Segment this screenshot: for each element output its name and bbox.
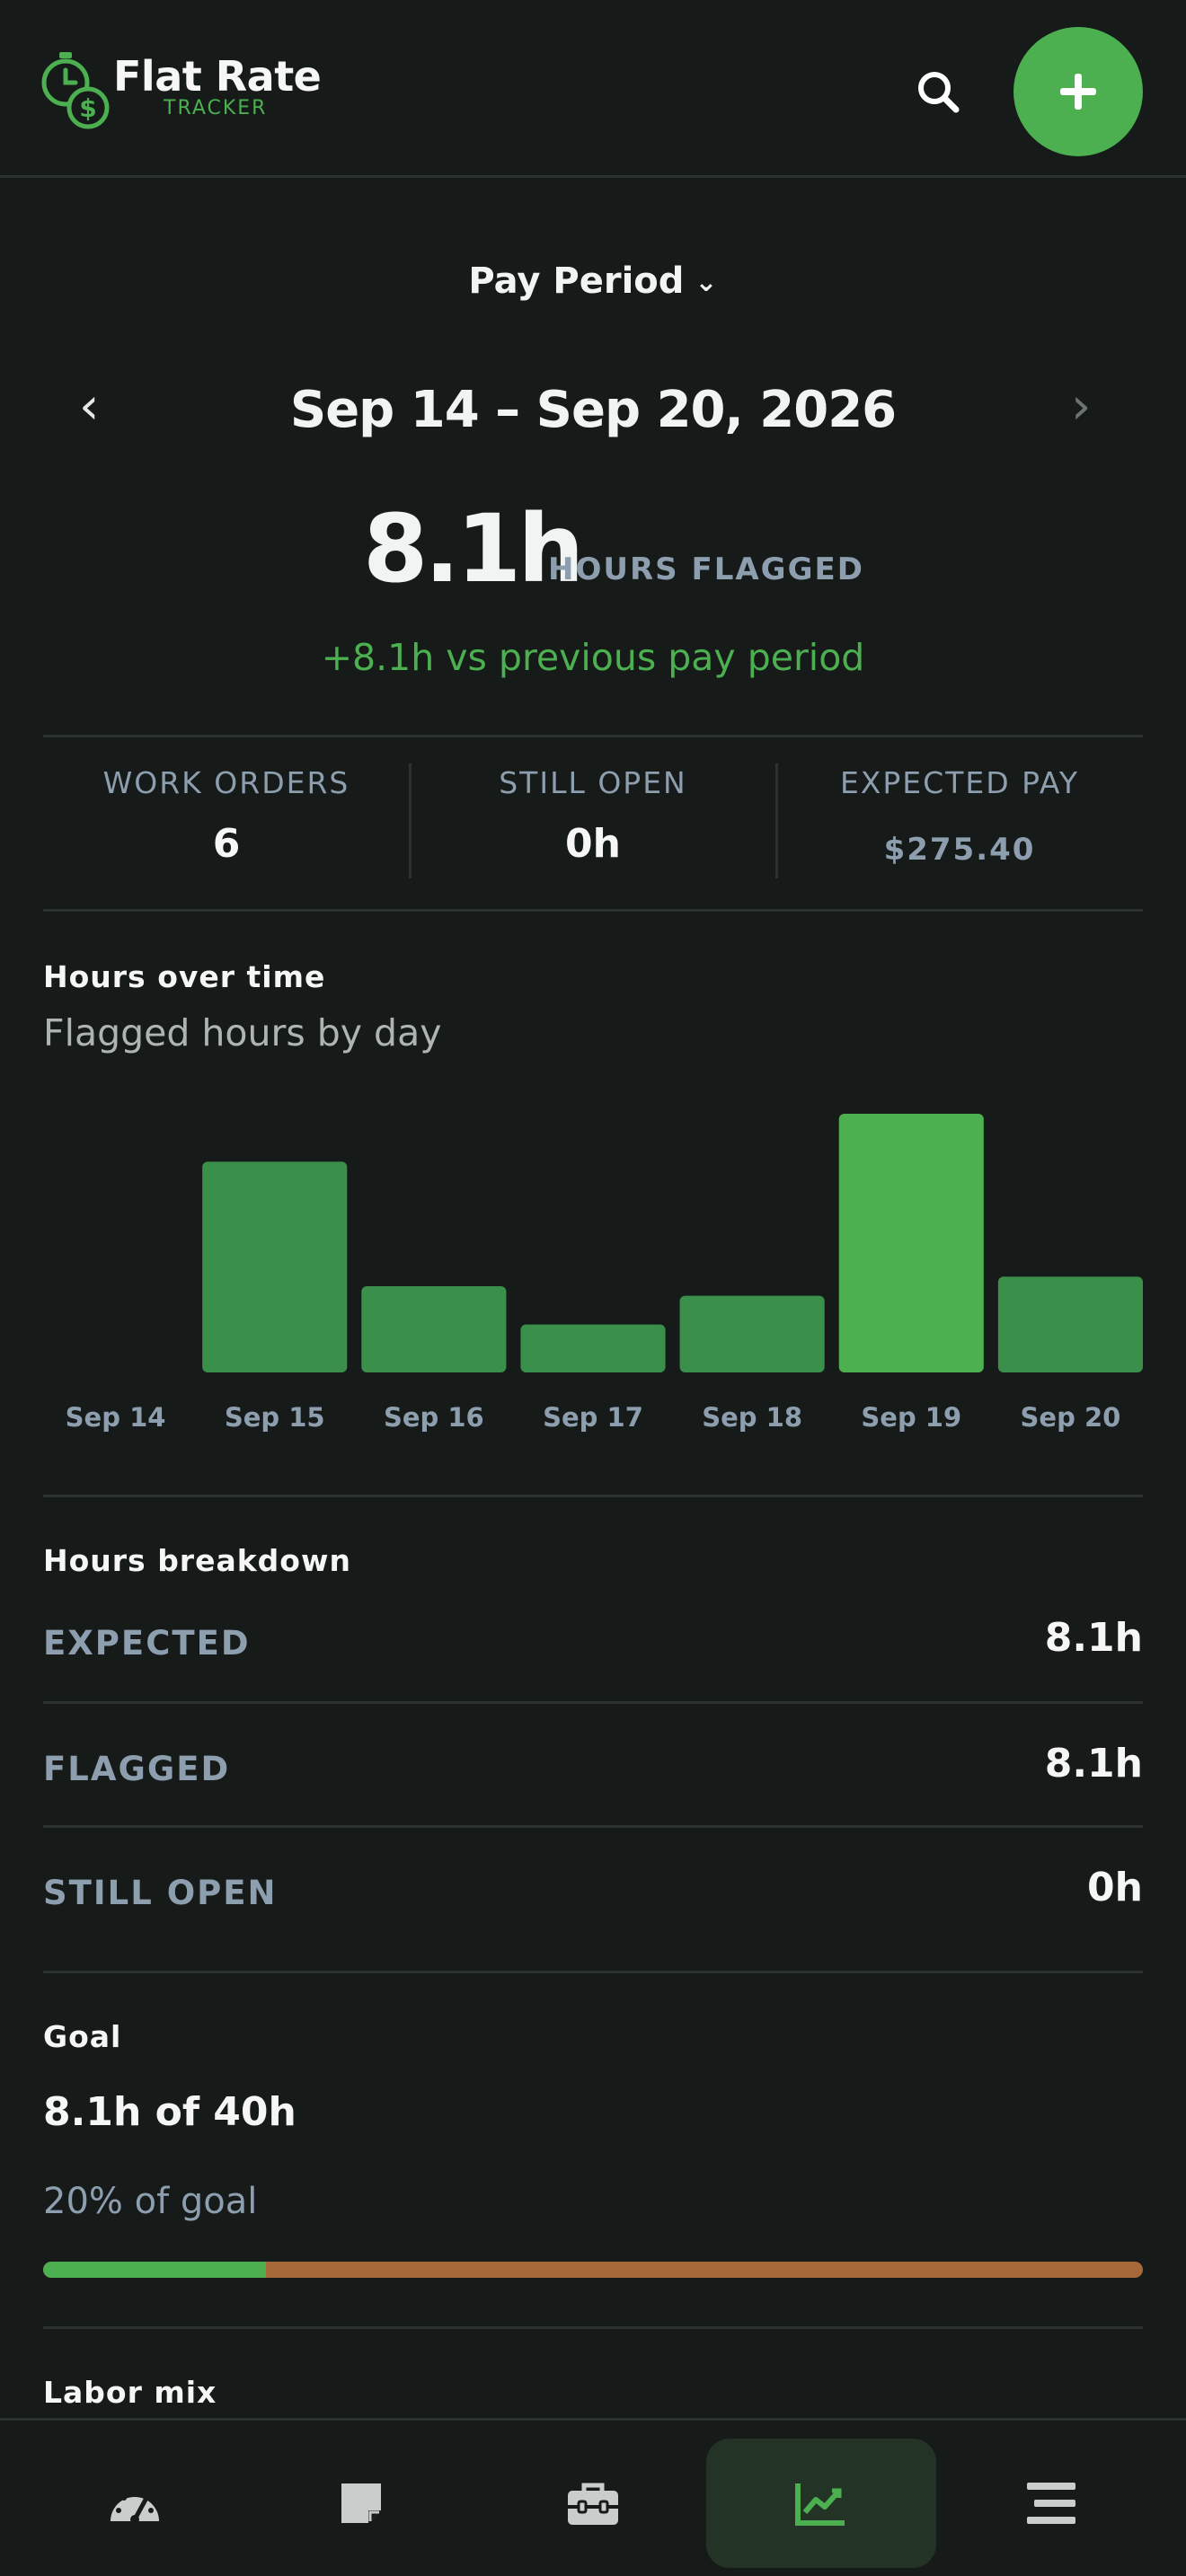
date-range-label: Sep 14 – Sep 20, 2026 bbox=[289, 381, 897, 439]
next-period-button[interactable]: › bbox=[1071, 377, 1107, 436]
hours-chart-subtitle: Flagged hours by day bbox=[43, 1011, 442, 1054]
chart-x-tick-label: Sep 16 bbox=[384, 1402, 484, 1433]
chart-x-tick-label: Sep 18 bbox=[702, 1402, 802, 1433]
divider bbox=[43, 1825, 1143, 1828]
search-icon bbox=[918, 72, 960, 113]
period-comparison: +8.1h vs previous pay period bbox=[321, 636, 865, 679]
divider bbox=[43, 1495, 1143, 1497]
trend-chart-icon bbox=[795, 2483, 845, 2526]
kpi-work-orders: WORK ORDERS 6 bbox=[43, 738, 410, 909]
kpi-still-open: STILL OPEN 0h bbox=[410, 738, 776, 909]
chart-x-tick-label: Sep 19 bbox=[861, 1402, 961, 1433]
divider bbox=[43, 1971, 1143, 1973]
chart-bar bbox=[520, 1324, 666, 1372]
toolbox-icon bbox=[568, 2483, 618, 2525]
menu-icon bbox=[1027, 2483, 1075, 2524]
kpi-value: $275.40 bbox=[883, 832, 1036, 868]
hours-chart-title: Hours over time bbox=[43, 959, 326, 994]
breakdown-row-label: FLAGGED bbox=[43, 1750, 231, 1788]
plus-icon bbox=[1060, 74, 1096, 110]
chart-x-tick-label: Sep 20 bbox=[1021, 1402, 1121, 1433]
chart-bar bbox=[838, 1114, 984, 1372]
goal-title: Goal bbox=[43, 2019, 122, 2054]
kpi-strip: WORK ORDERS 6 STILL OPEN 0h EXPECTED PAY… bbox=[43, 738, 1143, 909]
pay-period-dropdown[interactable]: Pay Period ⌄ bbox=[0, 260, 1186, 302]
nav-notes[interactable] bbox=[262, 2439, 460, 2568]
bottom-navigation bbox=[0, 2418, 1186, 2576]
divider bbox=[43, 735, 1143, 737]
search-button[interactable] bbox=[909, 63, 969, 122]
brand-subtitle: TRACKER bbox=[164, 97, 268, 119]
breakdown-row-label: STILL OPEN bbox=[43, 1874, 278, 1912]
pay-period-label: Pay Period bbox=[468, 260, 685, 302]
chart-bar bbox=[679, 1295, 825, 1372]
chart-x-tick-label: Sep 17 bbox=[543, 1402, 643, 1433]
goal-percent: 20% of goal bbox=[43, 2181, 258, 2222]
labor-mix-title: Labor mix bbox=[43, 2375, 217, 2410]
stopwatch-dollar-icon: $ bbox=[41, 52, 110, 129]
breakdown-title: Hours breakdown bbox=[43, 1543, 351, 1578]
kpi-label: STILL OPEN bbox=[499, 765, 687, 800]
kpi-label: WORK ORDERS bbox=[102, 765, 350, 800]
kpi-value: 0h bbox=[565, 821, 621, 867]
nav-jobs[interactable] bbox=[494, 2439, 692, 2568]
chart-x-tick-label: Sep 15 bbox=[225, 1402, 325, 1433]
breakdown-row-value: 8.1h bbox=[1044, 1741, 1143, 1786]
chevron-down-icon: ⌄ bbox=[695, 267, 718, 298]
goal-progress-fill bbox=[43, 2262, 266, 2278]
chart-bar bbox=[361, 1286, 507, 1372]
kpi-label: EXPECTED PAY bbox=[839, 765, 1080, 800]
chart-bar bbox=[997, 1276, 1143, 1372]
hours-flagged-label: HOURS FLAGGED bbox=[548, 551, 864, 587]
brand-title: Flat Rate bbox=[113, 52, 322, 101]
breakdown-row-value: 0h bbox=[1087, 1865, 1143, 1910]
nav-menu[interactable] bbox=[952, 2439, 1150, 2568]
svg-text:$: $ bbox=[79, 93, 96, 123]
speedometer-icon bbox=[111, 2490, 159, 2524]
goal-progress-bar bbox=[43, 2262, 1143, 2278]
divider bbox=[43, 1701, 1143, 1704]
kpi-value: 6 bbox=[212, 821, 241, 867]
app-header: $ Flat Rate TRACKER bbox=[0, 0, 1186, 178]
note-icon bbox=[341, 2483, 381, 2523]
hours-bar-chart: Sep 14 Sep 15 Sep 16 Sep 17 Sep 18 Sep 19 Sep … bbox=[66, 1114, 1143, 1433]
add-work-order-button[interactable] bbox=[1013, 27, 1143, 156]
nav-stats[interactable] bbox=[706, 2439, 936, 2568]
date-range-navigator: ‹ Sep 14 – Sep 20, 2026 › bbox=[0, 377, 1186, 449]
breakdown-row-value: 8.1h bbox=[1044, 1615, 1143, 1661]
chart-bar bbox=[202, 1161, 348, 1372]
divider bbox=[43, 2326, 1143, 2329]
divider bbox=[43, 909, 1143, 912]
chart-x-tick-label: Sep 14 bbox=[66, 1402, 166, 1433]
breakdown-row-label: EXPECTED bbox=[43, 1624, 251, 1663]
nav-dashboard[interactable] bbox=[36, 2439, 234, 2568]
goal-value: 8.1h of 40h bbox=[43, 2089, 296, 2135]
kpi-expected-pay: EXPECTED PAY $275.40 bbox=[776, 738, 1143, 909]
